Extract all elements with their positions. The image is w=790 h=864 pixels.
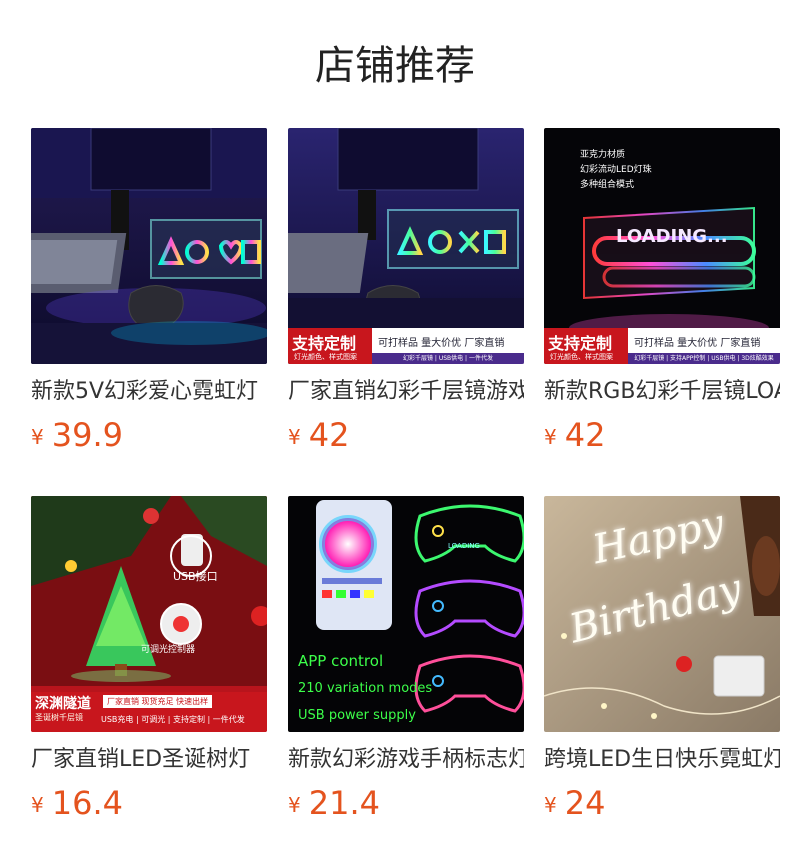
price-value: 24 <box>564 784 606 822</box>
product-price: ¥42 <box>544 416 605 460</box>
feature-text: 可打样品 量大价优 厂家直销 <box>634 338 761 349</box>
badge-text: 支持定制 <box>548 334 613 353</box>
controller-label: LOADING <box>448 542 480 550</box>
currency-symbol: ¥ <box>544 425 557 449</box>
banner-subtitle: 圣诞树千层镜 <box>35 713 83 722</box>
product-image[interactable]: 支持定制 灯光颜色、样式图案 可打样品 量大价优 厂家直销 幻彩千层镜 | US… <box>288 128 524 364</box>
product-image[interactable]: Happy Birthday <box>544 496 780 732</box>
product-image[interactable]: 亚克力材质 幻彩流动LED灯珠 多种组合模式 LOADING... 支持定制 灯… <box>544 128 780 364</box>
product-price: ¥21.4 <box>288 784 380 828</box>
product-card[interactable]: Happy Birthday 跨境LED生日快乐霓虹灯 ¥24 <box>544 496 780 826</box>
feature-strip: 可打样品 量大价优 厂家直销 幻彩千层镜 | USB供电 | 一件代发 <box>372 328 524 364</box>
product-name[interactable]: 新款5V幻彩爱心霓虹灯 <box>31 376 267 408</box>
product-card[interactable]: LOADING APP control 210 variation modes … <box>288 496 524 826</box>
feature-line: APP control <box>298 652 384 670</box>
product-price: ¥39.9 <box>31 416 123 460</box>
custom-badge: 支持定制 灯光颜色、样式图案 <box>544 328 628 364</box>
banner-tag: 厂家直销 现货充足 快速出样 <box>103 695 213 708</box>
feature-text: 可打样品 量大价优 厂家直销 <box>378 338 505 349</box>
currency-symbol: ¥ <box>288 425 301 449</box>
price-value: 16.4 <box>51 784 123 822</box>
usb-label: USB接口 <box>173 570 218 583</box>
currency-symbol: ¥ <box>31 793 44 817</box>
feature-lines: APP control 210 variation modes USB powe… <box>298 648 432 729</box>
banner-title: 深渊隧道 <box>35 696 91 712</box>
feature-line: 幻彩流动LED灯珠 <box>580 165 652 175</box>
feature-lines: 亚克力材质 幻彩流动LED灯珠 多种组合模式 <box>580 148 652 193</box>
feature-line: USB power supply <box>298 708 416 723</box>
custom-badge: 支持定制 灯光颜色、样式图案 <box>288 328 372 364</box>
price-value: 42 <box>564 416 606 454</box>
product-image[interactable] <box>31 128 267 364</box>
product-card[interactable]: 亚克力材质 幻彩流动LED灯珠 多种组合模式 LOADING... 支持定制 灯… <box>544 128 780 458</box>
badge-text: 支持定制 <box>292 334 357 353</box>
feature-line: 亚克力材质 <box>580 150 626 160</box>
product-card[interactable]: 新款5V幻彩爱心霓虹灯 ¥39.9 <box>31 128 267 458</box>
loading-sign: LOADING... <box>616 226 728 247</box>
currency-symbol: ¥ <box>31 425 44 449</box>
price-value: 21.4 <box>308 784 380 822</box>
product-image[interactable]: LOADING APP control 210 variation modes … <box>288 496 524 732</box>
product-price: ¥16.4 <box>31 784 123 828</box>
footer-text: 幻彩千层镜 | USB供电 | 一件代发 <box>372 353 524 364</box>
footer-text: 幻彩千层镜 | 支持APP控制 | USB供电 | 3D炫酷效果 <box>628 353 780 364</box>
feature-line: 210 variation modes <box>298 681 433 696</box>
currency-symbol: ¥ <box>288 793 301 817</box>
product-price: ¥24 <box>544 784 605 828</box>
product-name[interactable]: 跨境LED生日快乐霓虹灯 <box>544 744 780 776</box>
feature-strip: 可打样品 量大价优 厂家直销 幻彩千层镜 | 支持APP控制 | USB供电 |… <box>628 328 780 364</box>
section-title: 店铺推荐 <box>315 43 475 89</box>
badge-subtext: 灯光颜色、样式图案 <box>294 353 357 361</box>
price-value: 39.9 <box>51 416 123 454</box>
currency-symbol: ¥ <box>544 793 557 817</box>
product-price: ¥42 <box>288 416 349 460</box>
product-name[interactable]: 厂家直销LED圣诞树灯 <box>31 744 267 776</box>
product-image[interactable]: USB接口 可调光控制器 深渊隧道 圣诞树千层镜 厂家直销 现货充足 快速出样 … <box>31 496 267 732</box>
product-card[interactable]: 支持定制 灯光颜色、样式图案 可打样品 量大价优 厂家直销 幻彩千层镜 | US… <box>288 128 524 458</box>
product-name[interactable]: 厂家直销幻彩千层镜游戏灯 <box>288 376 524 408</box>
product-name[interactable]: 新款RGB幻彩千层镜LOADING灯 <box>544 376 780 408</box>
feature-line: 多种组合模式 <box>580 180 635 190</box>
product-name[interactable]: 新款幻彩游戏手柄标志灯 <box>288 744 524 776</box>
switch-label: 可调光控制器 <box>141 645 196 655</box>
product-card[interactable]: USB接口 可调光控制器 深渊隧道 圣诞树千层镜 厂家直销 现货充足 快速出样 … <box>31 496 267 826</box>
promo-banner: 深渊隧道 圣诞树千层镜 厂家直销 现货充足 快速出样 USB充电 | 可调光 |… <box>31 692 267 732</box>
banner-features: USB充电 | 可调光 | 支持定制 | 一件代发 <box>101 715 245 724</box>
badge-subtext: 灯光颜色、样式图案 <box>550 353 613 361</box>
price-value: 42 <box>308 416 350 454</box>
